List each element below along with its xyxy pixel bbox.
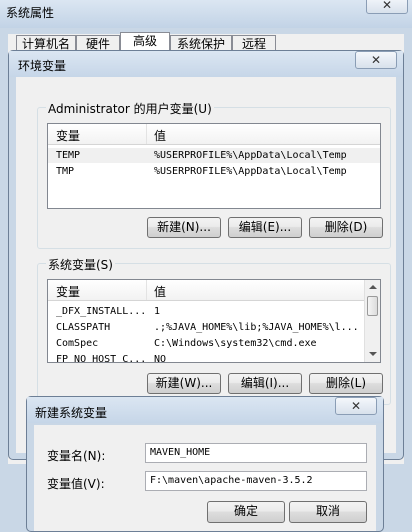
variable-name: CLASSPATH bbox=[56, 322, 111, 333]
environment-variables-titlebar: 环境变量 ✕ bbox=[9, 51, 403, 77]
table-row[interactable]: ComSpec C:\Windows\system32\cmd.exe bbox=[48, 336, 364, 351]
variable-name-label: 变量名(N): bbox=[47, 449, 106, 463]
system-properties-close-button[interactable]: ✕ bbox=[366, 0, 408, 14]
variable-value-label: 变量值(V): bbox=[47, 477, 105, 491]
variable-name-input[interactable]: MAVEN_HOME bbox=[145, 443, 367, 463]
cancel-button[interactable]: 取消 bbox=[289, 501, 367, 523]
variable-value-input[interactable]: F:\maven\apache-maven-3.5.2 bbox=[145, 471, 367, 491]
variable-name: TMP bbox=[56, 166, 75, 177]
column-separator[interactable] bbox=[146, 124, 147, 144]
table-row[interactable]: CLASSPATH .;%JAVA_HOME%\lib;%JAVA_HOME%\… bbox=[48, 320, 364, 335]
system-properties-title: 系统属性 bbox=[6, 6, 55, 20]
user-delete-button[interactable]: 删除(D) bbox=[309, 217, 383, 238]
new-system-variable-dialog: 新建系统变量 ✕ 变量名(N): MAVEN_HOME 变量值(V): F:\m… bbox=[26, 396, 384, 532]
system-new-button[interactable]: 新建(W)... bbox=[147, 373, 221, 394]
table-row[interactable]: TMP %USERPROFILE%\AppData\Local\Temp bbox=[48, 164, 380, 179]
user-variables-table[interactable]: 变量 值 TEMP %USERPROFILE%\AppData\Local\Te… bbox=[47, 123, 381, 209]
column-header-variable[interactable]: 变量 bbox=[56, 283, 80, 300]
variable-name: _DFX_INSTALL... bbox=[56, 306, 147, 317]
user-variables-header: 变量 值 bbox=[48, 124, 380, 145]
column-header-variable[interactable]: 变量 bbox=[56, 127, 80, 144]
user-edit-button[interactable]: 编辑(E)... bbox=[228, 217, 302, 238]
scroll-up-arrow-icon[interactable] bbox=[369, 285, 377, 289]
variable-name: FP_NO_HOST_C... bbox=[56, 354, 147, 363]
system-edit-button[interactable]: 编辑(I)... bbox=[228, 373, 302, 394]
variable-value: 1 bbox=[154, 306, 161, 317]
scrollbar-thumb[interactable] bbox=[367, 296, 378, 316]
environment-variables-close-button[interactable]: ✕ bbox=[355, 51, 397, 69]
system-variables-header: 变量 值 bbox=[48, 280, 364, 301]
system-properties-titlebar: 系统属性 ✕ bbox=[0, 0, 412, 28]
system-variables-group-title: 系统变量(S) bbox=[46, 256, 115, 273]
column-header-value[interactable]: 值 bbox=[154, 283, 166, 300]
variable-value: %USERPROFILE%\AppData\Local\Temp bbox=[154, 166, 347, 177]
user-variables-group-title: Administrator 的用户变量(U) bbox=[46, 100, 214, 117]
variable-value: C:\Windows\system32\cmd.exe bbox=[154, 338, 317, 349]
system-variables-scrollbar[interactable] bbox=[364, 280, 380, 362]
column-header-value[interactable]: 值 bbox=[154, 127, 166, 144]
variable-name: ComSpec bbox=[56, 338, 99, 349]
column-separator[interactable] bbox=[146, 280, 147, 300]
new-system-variable-titlebar: 新建系统变量 ✕ bbox=[27, 397, 383, 423]
table-row[interactable]: TEMP %USERPROFILE%\AppData\Local\Temp bbox=[48, 148, 380, 163]
table-row[interactable]: _DFX_INSTALL... 1 bbox=[48, 304, 364, 319]
new-system-variable-close-button[interactable]: ✕ bbox=[335, 397, 377, 415]
system-variables-table[interactable]: 变量 值 _DFX_INSTALL... 1 CLASSPATH .;%JAVA… bbox=[47, 279, 381, 363]
new-system-variable-title: 新建系统变量 bbox=[35, 406, 108, 420]
variable-value: NO bbox=[154, 354, 167, 363]
variable-value: %USERPROFILE%\AppData\Local\Temp bbox=[154, 150, 347, 161]
variable-value: .;%JAVA_HOME%\lib;%JAVA_HOME%\l... bbox=[154, 322, 359, 333]
user-new-button[interactable]: 新建(N)... bbox=[147, 217, 221, 238]
environment-variables-title: 环境变量 bbox=[18, 59, 67, 73]
ok-button[interactable]: 确定 bbox=[207, 501, 285, 523]
scroll-down-arrow-icon[interactable] bbox=[369, 352, 377, 356]
variable-name: TEMP bbox=[56, 150, 81, 161]
system-delete-button[interactable]: 删除(L) bbox=[309, 373, 383, 394]
table-row[interactable]: FP_NO_HOST_C... NO bbox=[48, 352, 364, 363]
